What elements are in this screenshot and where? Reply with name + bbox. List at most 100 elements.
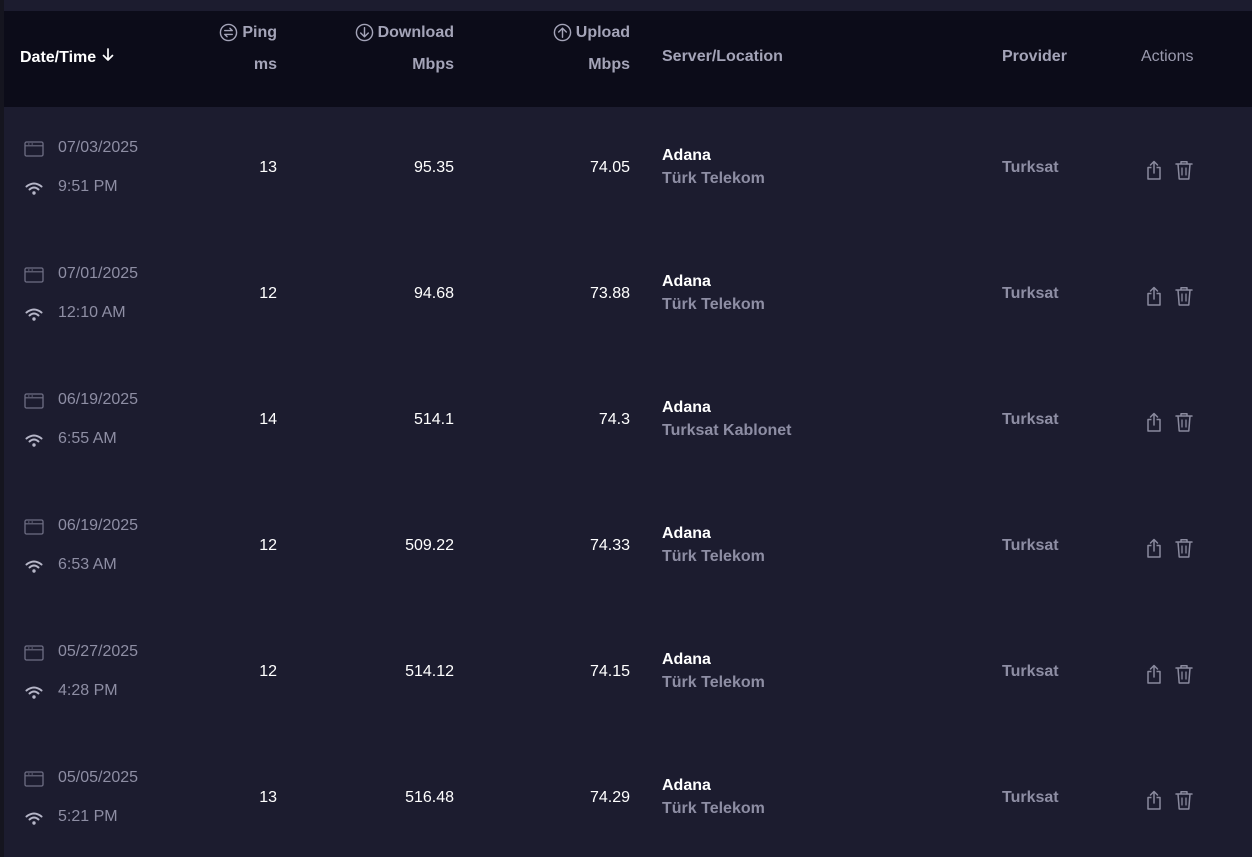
- column-header-upload-label: Upload: [575, 23, 630, 41]
- ping-value: 13: [259, 789, 277, 806]
- trash-icon[interactable]: [1173, 411, 1195, 433]
- test-date: 06/19/2025: [58, 391, 139, 408]
- column-header-upload[interactable]: Upload Mbps: [504, 23, 630, 83]
- server-city: Adana: [662, 525, 711, 542]
- server-isp: Türk Telekom: [662, 800, 765, 817]
- column-header-ping-label: Ping: [242, 23, 277, 41]
- column-header-download-unit: Mbps: [412, 56, 454, 73]
- test-date: 07/03/2025: [58, 139, 139, 156]
- test-time: 5:21 PM: [58, 808, 118, 825]
- ping-value: 12: [259, 285, 277, 302]
- provider-name: Turksat: [1002, 159, 1059, 176]
- test-time: 4:28 PM: [58, 682, 118, 699]
- download-circle-icon: [355, 23, 374, 42]
- wifi-icon: [24, 684, 44, 700]
- wifi-icon: [24, 558, 44, 574]
- provider-name: Turksat: [1002, 285, 1059, 302]
- table-row: 07/03/2025 9:51 PM 13 95.35 74.05 Adana Türk T…: [4, 107, 1252, 233]
- download-value: 514.1: [413, 411, 454, 428]
- test-time: 12:10 AM: [58, 304, 126, 321]
- provider-name: Turksat: [1002, 411, 1059, 428]
- test-date: 07/01/2025: [58, 265, 139, 282]
- share-icon[interactable]: [1143, 789, 1165, 811]
- table-row: 07/01/2025 12:10 AM 12 94.68 73.88 Adana Türk …: [4, 233, 1252, 359]
- calendar-icon: [24, 393, 44, 409]
- share-icon[interactable]: [1143, 537, 1165, 559]
- share-icon[interactable]: [1143, 411, 1165, 433]
- calendar-icon: [24, 771, 44, 787]
- share-icon[interactable]: [1143, 663, 1165, 685]
- provider-name: Turksat: [1002, 789, 1059, 806]
- server-city: Adana: [662, 147, 711, 164]
- share-icon[interactable]: [1143, 285, 1165, 307]
- trash-icon[interactable]: [1173, 789, 1195, 811]
- calendar-icon: [24, 267, 44, 283]
- column-header-upload-unit: Mbps: [588, 56, 630, 73]
- ping-icon: [219, 23, 238, 42]
- ping-value: 12: [259, 537, 277, 554]
- table-row: 06/19/2025 6:53 AM 12 509.22 74.33 Adana Türk …: [4, 485, 1252, 611]
- upload-circle-icon: [553, 23, 572, 42]
- ping-value: 13: [259, 159, 277, 176]
- wifi-icon: [24, 810, 44, 826]
- test-time: 9:51 PM: [58, 178, 118, 195]
- trash-icon[interactable]: [1173, 663, 1195, 685]
- column-header-download-label: Download: [377, 23, 454, 41]
- table-row: 05/05/2025 5:21 PM 13 516.48 74.29 Adana Türk …: [4, 737, 1252, 857]
- table-row: 06/19/2025 6:55 AM 14 514.1 74.3 Adana Turksat…: [4, 359, 1252, 485]
- ping-value: 12: [259, 663, 277, 680]
- column-header-server[interactable]: Server/Location: [662, 48, 783, 66]
- upload-value: 74.33: [589, 537, 630, 554]
- calendar-icon: [24, 519, 44, 535]
- column-header-date[interactable]: Date/Time: [20, 48, 115, 67]
- upload-value: 74.05: [589, 159, 630, 176]
- download-value: 514.12: [405, 663, 454, 680]
- download-value: 94.68: [413, 285, 454, 302]
- server-isp: Türk Telekom: [662, 170, 765, 187]
- column-header-ping-unit: ms: [253, 56, 277, 73]
- trash-icon[interactable]: [1173, 285, 1195, 307]
- column-header-download[interactable]: Download Mbps: [324, 23, 454, 83]
- server-city: Adana: [662, 273, 711, 290]
- upload-value: 73.88: [589, 285, 630, 302]
- column-header-actions: Actions: [1141, 48, 1194, 65]
- download-value: 509.22: [405, 537, 454, 554]
- test-date: 05/05/2025: [58, 769, 139, 786]
- column-header-provider[interactable]: Provider: [1002, 48, 1067, 66]
- arrow-down-icon[interactable]: [101, 48, 115, 67]
- share-icon[interactable]: [1143, 159, 1165, 181]
- trash-icon[interactable]: [1173, 537, 1195, 559]
- column-header-ping[interactable]: Ping ms: [164, 23, 277, 83]
- server-isp: Türk Telekom: [662, 548, 765, 565]
- upload-value: 74.3: [598, 411, 630, 428]
- download-value: 516.48: [405, 789, 454, 806]
- server-isp: Turksat Kablonet: [662, 422, 792, 439]
- trash-icon[interactable]: [1173, 159, 1195, 181]
- test-date: 05/27/2025: [58, 643, 139, 660]
- upload-value: 74.29: [589, 789, 630, 806]
- provider-name: Turksat: [1002, 537, 1059, 554]
- server-city: Adana: [662, 777, 711, 794]
- server-isp: Türk Telekom: [662, 296, 765, 313]
- provider-name: Turksat: [1002, 663, 1059, 680]
- server-city: Adana: [662, 399, 711, 416]
- test-time: 6:53 AM: [58, 556, 117, 573]
- server-isp: Türk Telekom: [662, 674, 765, 691]
- wifi-icon: [24, 432, 44, 448]
- upload-value: 74.15: [589, 663, 630, 680]
- column-header-date-label: Date/Time: [20, 48, 97, 66]
- calendar-icon: [24, 141, 44, 157]
- test-time: 6:55 AM: [58, 430, 117, 447]
- download-value: 95.35: [413, 159, 454, 176]
- test-date: 06/19/2025: [58, 517, 139, 534]
- top-strip: [0, 0, 1252, 11]
- results-table: Date/Time Ping ms Download Mbps Upload M…: [0, 0, 1252, 857]
- table-row: 05/27/2025 4:28 PM 12 514.12 74.15 Adana Türk …: [4, 611, 1252, 737]
- wifi-icon: [24, 180, 44, 196]
- ping-value: 14: [259, 411, 277, 428]
- server-city: Adana: [662, 651, 711, 668]
- left-edge: [0, 0, 4, 857]
- table-header: Date/Time Ping ms Download Mbps Upload M…: [4, 11, 1252, 107]
- wifi-icon: [24, 306, 44, 322]
- calendar-icon: [24, 645, 44, 661]
